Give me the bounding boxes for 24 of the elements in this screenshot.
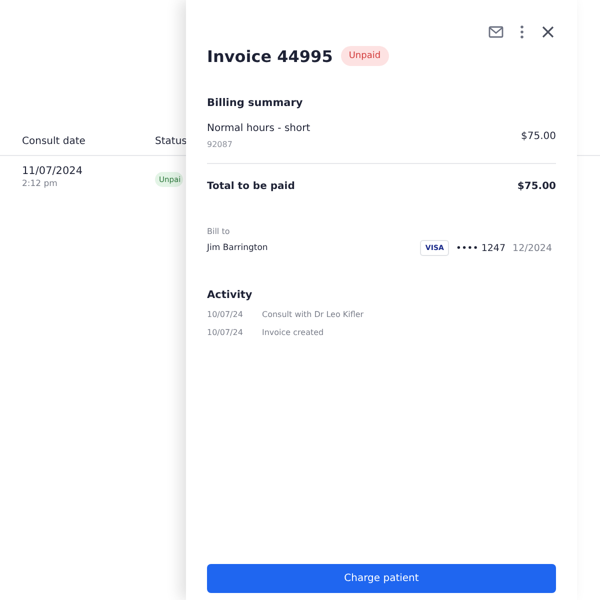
charge-button[interactable]: Charge patient xyxy=(207,564,556,593)
bill-to-label: Bill to xyxy=(207,227,231,236)
total-amount: $75.00 xyxy=(517,181,556,192)
card-number: •••• 1247 xyxy=(456,242,506,254)
activity-date: 10/07/24 xyxy=(207,310,244,319)
item-amount: $75.00 xyxy=(521,130,556,142)
column-header: Status xyxy=(155,136,187,146)
section-heading: Activity xyxy=(207,289,254,301)
activity-text: Invoice created xyxy=(262,328,324,337)
table-cell-text: 11/07/2024 xyxy=(22,165,84,177)
customer-name: Jim Barrington xyxy=(207,243,268,253)
status-badge: Unpaid xyxy=(340,46,389,66)
activity-text: Consult with Dr Leo Kifler xyxy=(262,310,364,319)
total-label: Total to be paid xyxy=(207,181,295,192)
invoice-title: Invoice 44995 xyxy=(207,46,333,66)
item-name: Normal hours - short xyxy=(207,123,310,134)
item-code: 92087 xyxy=(207,140,234,149)
column-header: Consult date xyxy=(21,136,86,146)
table-cell-text: 2:12 pm xyxy=(22,179,58,189)
section-heading: Billing summary xyxy=(207,97,304,109)
activity-date: 10/07/24 xyxy=(207,328,244,337)
close-icon[interactable] xyxy=(540,24,556,40)
card-expiry: 12/2024 xyxy=(512,242,552,254)
mail-icon[interactable] xyxy=(488,24,504,40)
